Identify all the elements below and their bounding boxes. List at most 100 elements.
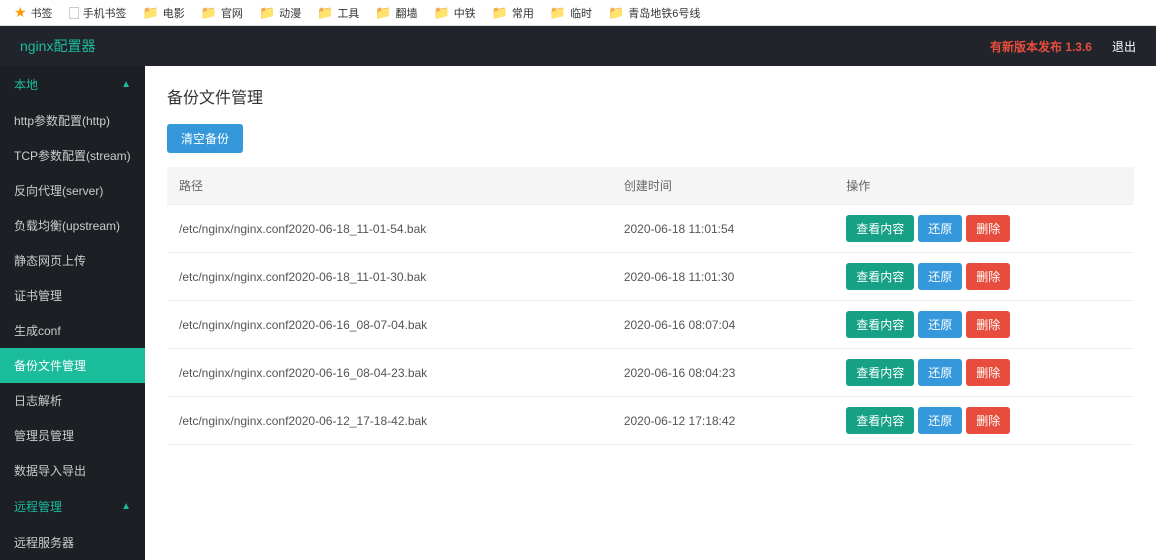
star-icon: ★ <box>14 4 27 21</box>
restore-button[interactable]: 还原 <box>918 407 962 434</box>
view-button[interactable]: 查看内容 <box>846 215 914 242</box>
sidebar-item[interactable]: 证书管理 <box>0 278 145 313</box>
cell-actions: 查看内容还原删除 <box>834 349 1134 397</box>
sidebar-section-title: 本地 <box>14 76 38 93</box>
page-icon <box>69 7 79 19</box>
main-content: 备份文件管理 清空备份 路径 创建时间 操作 /etc/nginx/nginx.… <box>145 66 1156 560</box>
sidebar-item[interactable]: 生成conf <box>0 313 145 348</box>
bookmark-item[interactable]: 📁临时 <box>544 3 598 23</box>
sidebar-item[interactable]: 管理员管理 <box>0 418 145 453</box>
bookmark-label: 翻墙 <box>396 5 418 21</box>
sidebar-item[interactable]: 反向代理(server) <box>0 173 145 208</box>
table-header-row: 路径 创建时间 操作 <box>167 167 1134 205</box>
sidebar-item[interactable]: 日志解析 <box>0 383 145 418</box>
folder-icon: 📁 <box>492 5 508 21</box>
folder-icon: 📁 <box>201 5 217 21</box>
col-actions: 操作 <box>834 167 1134 205</box>
bookmark-item[interactable]: 📁中铁 <box>428 3 482 23</box>
folder-icon: 📁 <box>259 5 275 21</box>
bookmark-label: 常用 <box>512 5 534 21</box>
cell-actions: 查看内容还原删除 <box>834 205 1134 253</box>
logout-link[interactable]: 退出 <box>1112 38 1136 55</box>
sidebar-section-title: 远程管理 <box>14 498 62 515</box>
cell-path: /etc/nginx/nginx.conf2020-06-18_11-01-54… <box>167 205 612 253</box>
cell-created: 2020-06-16 08:04:23 <box>612 349 834 397</box>
bookmark-item[interactable]: 📁官网 <box>195 3 249 23</box>
cell-created: 2020-06-18 11:01:54 <box>612 205 834 253</box>
app-title: nginx配置器 <box>20 36 95 56</box>
view-button[interactable]: 查看内容 <box>846 359 914 386</box>
bookmark-label: 动漫 <box>279 5 301 21</box>
sidebar-item[interactable]: 远程服务器 <box>0 525 145 560</box>
sidebar-item[interactable]: http参数配置(http) <box>0 103 145 138</box>
bookmark-label: 中铁 <box>454 5 476 21</box>
cell-path: /etc/nginx/nginx.conf2020-06-18_11-01-30… <box>167 253 612 301</box>
bookmark-item[interactable]: 📁工具 <box>311 3 365 23</box>
clear-backup-button[interactable]: 清空备份 <box>167 124 243 153</box>
folder-icon: 📁 <box>608 5 624 21</box>
backup-table: 路径 创建时间 操作 /etc/nginx/nginx.conf2020-06-… <box>167 167 1134 445</box>
delete-button[interactable]: 删除 <box>966 215 1010 242</box>
cell-actions: 查看内容还原删除 <box>834 301 1134 349</box>
cell-actions: 查看内容还原删除 <box>834 397 1134 445</box>
version-notice[interactable]: 有新版本发布 1.3.6 <box>990 38 1092 55</box>
restore-button[interactable]: 还原 <box>918 263 962 290</box>
view-button[interactable]: 查看内容 <box>846 407 914 434</box>
bookmark-item[interactable]: 手机书签 <box>63 3 133 23</box>
bookmark-label: 官网 <box>221 5 243 21</box>
sidebar-section-header[interactable]: 远程管理 ▲ <box>0 488 145 525</box>
bookmarks-bar: ★书签手机书签📁电影📁官网📁动漫📁工具📁翻墙📁中铁📁常用📁临时📁青岛地铁6号线 <box>0 0 1156 26</box>
bookmark-item[interactable]: 📁青岛地铁6号线 <box>602 3 706 23</box>
table-row: /etc/nginx/nginx.conf2020-06-12_17-18-42… <box>167 397 1134 445</box>
restore-button[interactable]: 还原 <box>918 359 962 386</box>
table-row: /etc/nginx/nginx.conf2020-06-18_11-01-54… <box>167 205 1134 253</box>
bookmark-item[interactable]: 📁电影 <box>137 3 191 23</box>
bookmark-label: 青岛地铁6号线 <box>628 5 700 21</box>
sidebar: 本地 ▲ http参数配置(http)TCP参数配置(stream)反向代理(ser… <box>0 66 145 560</box>
sidebar-item[interactable]: 负载均衡(upstream) <box>0 208 145 243</box>
table-row: /etc/nginx/nginx.conf2020-06-18_11-01-30… <box>167 253 1134 301</box>
table-row: /etc/nginx/nginx.conf2020-06-16_08-07-04… <box>167 301 1134 349</box>
cell-created: 2020-06-18 11:01:30 <box>612 253 834 301</box>
bookmark-item[interactable]: 📁动漫 <box>253 3 307 23</box>
chevron-up-icon: ▲ <box>121 501 131 512</box>
sidebar-item[interactable]: TCP参数配置(stream) <box>0 138 145 173</box>
bookmark-item[interactable]: ★书签 <box>8 2 59 23</box>
restore-button[interactable]: 还原 <box>918 215 962 242</box>
bookmark-item[interactable]: 📁 翻墙 <box>369 3 423 23</box>
cell-created: 2020-06-12 17:18:42 <box>612 397 834 445</box>
folder-icon: 📁 <box>434 5 450 21</box>
view-button[interactable]: 查看内容 <box>846 263 914 290</box>
cell-path: /etc/nginx/nginx.conf2020-06-12_17-18-42… <box>167 397 612 445</box>
bookmark-label: 电影 <box>163 5 185 21</box>
bookmark-label: 工具 <box>337 5 359 21</box>
chevron-up-icon: ▲ <box>121 79 131 90</box>
folder-icon: 📁 <box>317 5 333 21</box>
cell-actions: 查看内容还原删除 <box>834 253 1134 301</box>
header-right: 有新版本发布 1.3.6 退出 <box>990 38 1136 55</box>
sidebar-section-header[interactable]: 本地 ▲ <box>0 66 145 103</box>
restore-button[interactable]: 还原 <box>918 311 962 338</box>
sidebar-item[interactable]: 备份文件管理 <box>0 348 145 383</box>
cell-path: /etc/nginx/nginx.conf2020-06-16_08-04-23… <box>167 349 612 397</box>
sidebar-item[interactable]: 静态网页上传 <box>0 243 145 278</box>
view-button[interactable]: 查看内容 <box>846 311 914 338</box>
col-created: 创建时间 <box>612 167 834 205</box>
table-row: /etc/nginx/nginx.conf2020-06-16_08-04-23… <box>167 349 1134 397</box>
delete-button[interactable]: 删除 <box>966 311 1010 338</box>
folder-icon: 📁 <box>550 5 566 21</box>
cell-created: 2020-06-16 08:07:04 <box>612 301 834 349</box>
folder-icon: 📁 <box>375 5 391 21</box>
delete-button[interactable]: 删除 <box>966 263 1010 290</box>
bookmark-item[interactable]: 📁常用 <box>486 3 540 23</box>
delete-button[interactable]: 删除 <box>966 407 1010 434</box>
layout: 本地 ▲ http参数配置(http)TCP参数配置(stream)反向代理(ser… <box>0 66 1156 560</box>
col-path: 路径 <box>167 167 612 205</box>
sidebar-item[interactable]: 数据导入导出 <box>0 453 145 488</box>
bookmark-label: 书签 <box>31 5 53 21</box>
delete-button[interactable]: 删除 <box>966 359 1010 386</box>
page-title: 备份文件管理 <box>167 84 1134 108</box>
folder-icon: 📁 <box>143 5 159 21</box>
cell-path: /etc/nginx/nginx.conf2020-06-16_08-07-04… <box>167 301 612 349</box>
bookmark-label: 临时 <box>570 5 592 21</box>
